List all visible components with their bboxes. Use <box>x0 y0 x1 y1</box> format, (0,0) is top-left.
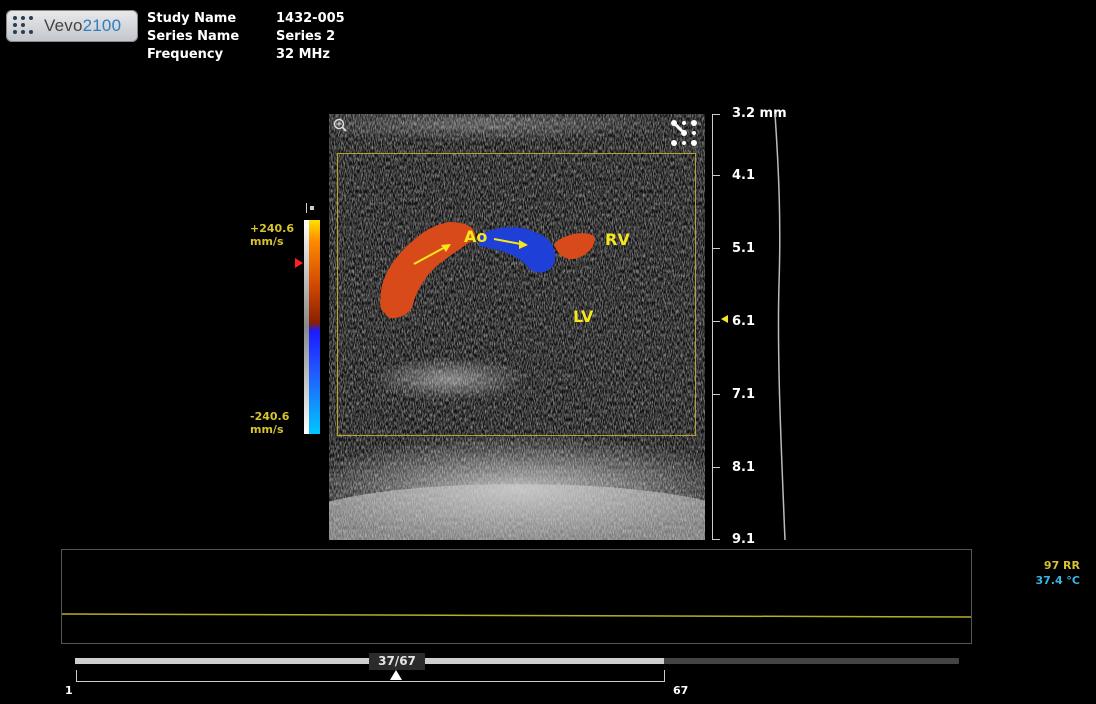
study-name-value: 1432-005 <box>276 11 345 26</box>
frame-counter: 37/67 <box>369 653 425 670</box>
baseline-marker[interactable] <box>295 258 303 268</box>
frequency-value: 32 MHz <box>276 47 330 62</box>
ultrasound-image[interactable]: Ao RV LV <box>329 114 705 540</box>
label-rv: RV <box>605 230 630 249</box>
scale-min: -240.6 mm/s <box>250 410 290 436</box>
label-lv: LV <box>573 307 594 326</box>
flow-arrows <box>413 238 528 265</box>
depth-label: 6.1 <box>732 314 756 329</box>
depth-label: 9.1 <box>732 532 756 547</box>
depth-tick <box>712 248 720 249</box>
series-name-label: Series Name <box>147 29 240 44</box>
label-ao: Ao <box>464 227 488 246</box>
series-name-value: Series 2 <box>276 29 336 44</box>
depth-tick <box>712 467 720 468</box>
depth-axis-line <box>712 114 713 540</box>
study-info: Study Name 1432-005 Series Name Series 2 F… <box>147 10 345 64</box>
depth-tick <box>712 114 720 115</box>
depth-tick <box>712 175 720 176</box>
depth-label: 5.1 <box>732 241 756 256</box>
frequency-label: Frequency <box>147 47 224 62</box>
range-line <box>76 681 665 682</box>
depth-tick <box>712 539 720 540</box>
temperature-readout: 37.4 °C <box>1035 574 1080 587</box>
scale-max: +240.6 mm/s <box>250 222 295 248</box>
depth-label: 8.1 <box>732 460 756 475</box>
range-end-label: 67 <box>673 684 689 697</box>
depth-label: 4.1 <box>732 168 756 183</box>
scale-indicator-icon <box>306 199 316 213</box>
depth-label: 7.1 <box>732 387 756 402</box>
vevo-logo[interactable]: Vevo2100 <box>6 10 138 42</box>
respiration-trace <box>61 613 972 618</box>
cine-playhead-thumb[interactable] <box>390 670 402 680</box>
depth-axis: 3.2 mm 4.1 5.1 6.1 7.1 8.1 9.1 <box>710 106 800 547</box>
depth-tick <box>712 321 720 322</box>
physio-trace-panel[interactable] <box>61 549 972 644</box>
focus-marker-icon[interactable] <box>720 314 730 324</box>
color-velocity-scale-gray <box>304 220 309 434</box>
range-start-label: 1 <box>65 684 73 697</box>
rr-readout: 97 RR <box>1043 559 1080 572</box>
cine-slider-track[interactable] <box>75 658 959 664</box>
study-name-label: Study Name <box>147 11 237 26</box>
tgc-curve[interactable] <box>765 114 795 540</box>
logo-text: Vevo2100 <box>44 16 122 35</box>
depth-tick <box>712 394 720 395</box>
logo-dots-icon <box>13 16 35 36</box>
